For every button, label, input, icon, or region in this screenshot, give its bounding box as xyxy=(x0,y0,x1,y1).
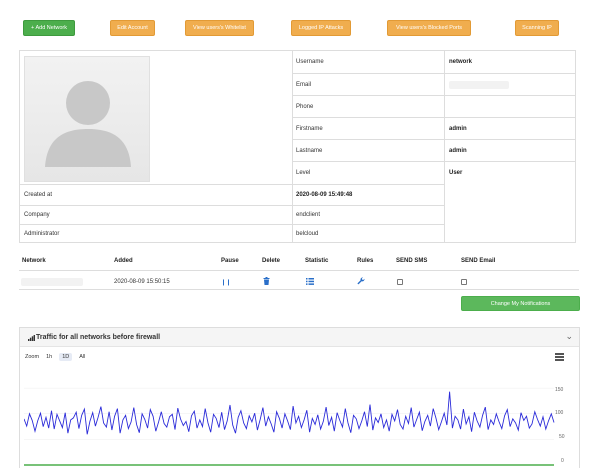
whitelist-button[interactable]: View users's Whitelist xyxy=(185,20,254,36)
username-label: Username xyxy=(296,59,324,65)
send-sms-checkbox[interactable] xyxy=(397,279,403,285)
added-date: 2020-08-09 15:50:15 xyxy=(114,279,170,285)
network-name-redacted xyxy=(21,278,83,286)
col-added: Added xyxy=(114,258,133,264)
email-value xyxy=(445,73,575,95)
avatar xyxy=(24,56,150,182)
logged-ip-attacks-button[interactable]: Logged IP Attacks xyxy=(291,20,351,36)
zoom-controls: Zoom 1h 1D All xyxy=(25,353,88,361)
add-network-button[interactable]: + Add Network xyxy=(23,20,75,36)
zoom-1h-button[interactable]: 1h xyxy=(43,353,55,361)
wrench-icon[interactable] xyxy=(357,277,365,287)
lastname-value: admin xyxy=(445,139,575,161)
company-label: Company xyxy=(20,205,293,224)
traffic-panel-header: Traffic for all networks before firewall… xyxy=(20,328,579,347)
user-silhouette-icon xyxy=(45,81,131,167)
table-divider xyxy=(19,289,579,290)
col-statistic: Statistic xyxy=(305,258,329,264)
scanning-ip-button[interactable]: Scanning IP xyxy=(515,20,559,36)
username-value: network xyxy=(449,59,473,65)
col-send-sms: SEND SMS xyxy=(396,258,428,264)
email-redacted xyxy=(449,81,509,89)
lastname-label: Lastname xyxy=(292,139,445,161)
level-value: User xyxy=(445,161,575,183)
send-email-checkbox[interactable] xyxy=(461,279,467,285)
col-network: Network xyxy=(22,258,46,264)
phone-label: Phone xyxy=(292,95,445,117)
edit-account-button[interactable]: Edit Account xyxy=(110,20,155,36)
administrator-label: Administrator xyxy=(20,224,293,243)
email-label: Email xyxy=(292,73,445,95)
administrator-value: belcloud xyxy=(292,224,445,243)
toolbar: + Add Network Edit Account View users's … xyxy=(0,0,593,40)
traffic-series-line xyxy=(24,391,555,435)
zoom-label: Zoom xyxy=(25,354,40,360)
trash-icon[interactable] xyxy=(263,277,270,287)
traffic-panel-title: Traffic for all networks before firewall xyxy=(36,334,161,341)
firstname-label: Firstname xyxy=(292,117,445,139)
col-pause: Pause xyxy=(221,258,239,264)
zoom-1d-button[interactable]: 1D xyxy=(59,353,73,361)
col-send-email: SEND Email xyxy=(461,258,496,264)
table-divider xyxy=(19,270,579,271)
created-label: Created at xyxy=(20,184,293,205)
change-notifications-button[interactable]: Change My Notifications xyxy=(461,296,580,311)
level-label: Level xyxy=(292,161,445,183)
pause-icon[interactable]: ❙❙ xyxy=(221,279,231,286)
col-rules: Rules xyxy=(357,258,374,264)
col-delete: Delete xyxy=(262,258,281,264)
traffic-chart xyxy=(24,387,555,466)
statistic-list-icon[interactable] xyxy=(306,278,314,287)
phone-value xyxy=(445,95,575,117)
created-value: 2020-08-09 15:49:48 xyxy=(292,184,445,205)
chevron-down-icon[interactable]: ⌄ xyxy=(565,331,573,342)
company-value: endclient xyxy=(292,205,445,224)
signal-bars-icon xyxy=(28,335,35,343)
blocked-ports-button[interactable]: View users's Blocked Ports xyxy=(387,20,471,36)
menu-icon[interactable] xyxy=(555,353,564,362)
firstname-value: admin xyxy=(445,117,575,139)
zoom-all-button[interactable]: All xyxy=(76,353,88,361)
